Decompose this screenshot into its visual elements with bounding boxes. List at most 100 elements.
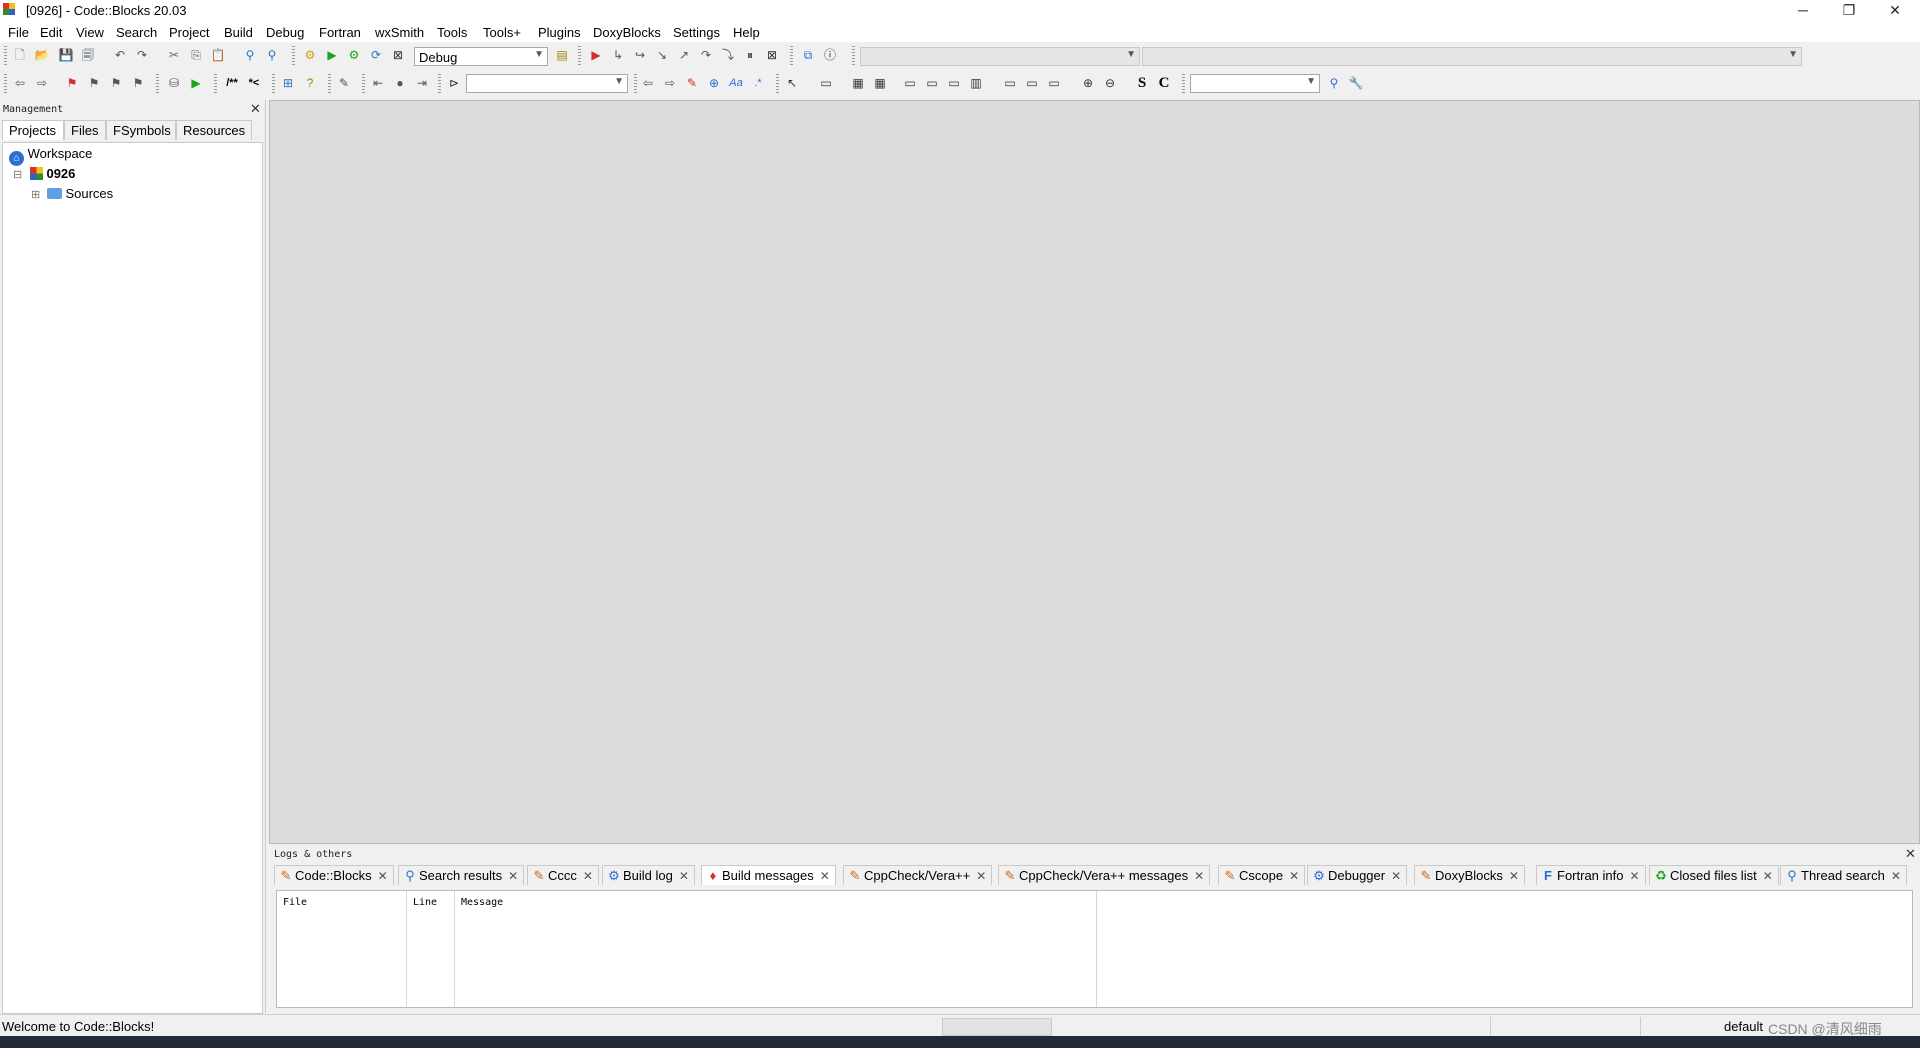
match-case-icon[interactable]: Aa (728, 75, 744, 91)
minimize-button[interactable]: ─ (1780, 0, 1826, 22)
close-icon[interactable]: ✕ (1509, 866, 1519, 886)
build-target-select[interactable]: Debug ▼ (414, 47, 548, 66)
close-window-button[interactable]: ✕ (1872, 0, 1918, 22)
column-header-file[interactable]: File (277, 891, 407, 1007)
menu-tools[interactable]: Tools (437, 25, 467, 40)
toolbar-grip[interactable] (328, 74, 331, 93)
save-all-icon[interactable]: 🗐 (80, 47, 96, 63)
debug-windows-icon[interactable]: ⧉ (800, 47, 816, 63)
strukto-s-icon[interactable]: S (1134, 75, 1150, 91)
toolbar-grip[interactable] (438, 74, 441, 93)
doxy-run-icon[interactable]: ⊞ (280, 75, 296, 91)
toolbar-grip[interactable] (4, 46, 7, 65)
toolbar-grip[interactable] (790, 46, 793, 65)
toolbar-grip[interactable] (272, 74, 275, 93)
menu-doxyblocks[interactable]: DoxyBlocks (593, 25, 661, 40)
select-target-icon[interactable]: ▤ (554, 47, 570, 63)
strukto-c-icon[interactable]: C (1156, 75, 1172, 91)
clear-bookmarks-icon[interactable]: ⚑ (130, 75, 146, 91)
nassi-icon-3[interactable]: ▭ (946, 75, 962, 91)
nassi-icon-2[interactable]: ▭ (924, 75, 940, 91)
selection-icon[interactable]: ⊕ (706, 75, 722, 91)
toolbar-grip[interactable] (852, 46, 855, 65)
menu-tools-plus[interactable]: Tools+ (483, 25, 521, 40)
tree-sources[interactable]: ⊞ Sources (31, 185, 113, 203)
rect-icon[interactable]: ▭ (818, 75, 834, 91)
replace-icon[interactable]: ⚲ (264, 47, 280, 63)
highlight-icon[interactable]: ✎ (684, 75, 700, 91)
doxy-help-icon[interactable]: ? (302, 75, 318, 91)
back-icon[interactable]: ⇦ (12, 75, 28, 91)
menu-settings[interactable]: Settings (673, 25, 720, 40)
tab-files[interactable]: Files (64, 120, 106, 140)
build-and-run-icon[interactable]: ⚙ (346, 47, 362, 63)
nassi-icon-6[interactable]: ▭ (1024, 75, 1040, 91)
open-icon[interactable]: 📂 (34, 47, 50, 63)
search-next-icon[interactable]: ⇨ (662, 75, 678, 91)
menu-view[interactable]: View (76, 25, 104, 40)
cut-icon[interactable]: ✂ (166, 47, 182, 63)
toolbar-grip[interactable] (214, 74, 217, 93)
toolbar-grip[interactable] (776, 74, 779, 93)
log-tab-fortran-info[interactable]: F Fortran info ✕ (1536, 865, 1646, 885)
thread-search-input[interactable]: ▼ (1190, 74, 1320, 93)
zoom-in-icon[interactable]: ⊕ (1080, 75, 1096, 91)
copy-icon[interactable]: ⎘ (188, 47, 204, 63)
zoom-out-icon[interactable]: ⊖ (1102, 75, 1118, 91)
menu-edit[interactable]: Edit (40, 25, 62, 40)
regex-icon[interactable]: .* (750, 75, 766, 91)
info-icon[interactable]: ⓘ (822, 47, 838, 63)
menu-plugins[interactable]: Plugins (538, 25, 581, 40)
close-icon[interactable]: ✕ (1391, 866, 1401, 886)
toolbar-grip[interactable] (362, 74, 365, 93)
menu-wxsmith[interactable]: wxSmith (375, 25, 424, 40)
prev-bookmark-icon[interactable]: ⚑ (86, 75, 102, 91)
menu-help[interactable]: Help (733, 25, 760, 40)
break-icon[interactable]: ⏸ (742, 47, 758, 63)
flow-icon-2[interactable]: ▦ (872, 75, 888, 91)
tab-resources[interactable]: Resources (176, 120, 252, 140)
stack-icon[interactable]: ⛁ (166, 75, 182, 91)
log-tab-thread-search[interactable]: ⚲ Thread search ✕ (1780, 865, 1907, 885)
column-header-message[interactable]: Message (455, 891, 1097, 1007)
pointer-icon[interactable]: ↖ (784, 75, 800, 91)
code-scope-select[interactable]: ▼ (860, 47, 1140, 66)
thread-search-icon[interactable]: ⚲ (1326, 75, 1342, 91)
restore-button[interactable]: ❐ (1826, 0, 1872, 22)
tree-project[interactable]: ⊟ 0926 (13, 165, 75, 183)
step-out-icon[interactable]: ↗ (676, 47, 692, 63)
doxy-comment-icon[interactable]: /** (224, 75, 240, 91)
close-icon[interactable]: ✕ (1194, 866, 1204, 886)
close-icon[interactable]: ✕ (1289, 866, 1299, 886)
menu-project[interactable]: Project (169, 25, 209, 40)
redo-icon[interactable]: ↷ (134, 47, 150, 63)
incremental-search-input[interactable]: ▼ (466, 74, 628, 93)
close-icon[interactable]: ✕ (679, 866, 689, 886)
debug-run-icon[interactable]: ▶ (588, 47, 604, 63)
log-tab-build-log[interactable]: ⚙ Build log ✕ (602, 865, 695, 885)
new-file-icon[interactable]: 🗋 (12, 47, 28, 63)
log-tab-codeblocks[interactable]: ✎ Code::Blocks ✕ (274, 865, 394, 885)
close-icon[interactable]: ✕ (583, 866, 593, 886)
menu-file[interactable]: File (8, 25, 29, 40)
tag-icon[interactable]: ⊳ (446, 75, 462, 91)
run-script-icon[interactable]: ▶ (188, 75, 204, 91)
close-icon[interactable]: ✕ (1763, 866, 1773, 886)
nassi-icon-1[interactable]: ▭ (902, 75, 918, 91)
tab-projects[interactable]: Projects (2, 120, 64, 140)
search-prev-icon[interactable]: ⇦ (640, 75, 656, 91)
close-icon[interactable]: ✕ (1905, 846, 1916, 862)
paste-icon[interactable]: 📋 (210, 47, 226, 63)
log-tab-cscope[interactable]: ✎ Cscope ✕ (1218, 865, 1306, 886)
save-icon[interactable]: 💾 (58, 47, 74, 63)
step-into-icon[interactable]: ↘ (654, 47, 670, 63)
jump-back-icon[interactable]: ⇤ (370, 75, 386, 91)
nassi-icon-7[interactable]: ▭ (1046, 75, 1062, 91)
close-icon[interactable]: ✕ (1891, 866, 1901, 886)
menu-build[interactable]: Build (224, 25, 253, 40)
find-icon[interactable]: ⚲ (242, 47, 258, 63)
log-tab-cppcheck-messages[interactable]: ✎ CppCheck/Vera++ messages ✕ (998, 865, 1211, 886)
close-icon[interactable]: ✕ (508, 866, 518, 886)
toggle-bookmark-icon[interactable]: ⚑ (64, 75, 80, 91)
log-tab-cccc[interactable]: ✎ Cccc ✕ (527, 865, 599, 885)
